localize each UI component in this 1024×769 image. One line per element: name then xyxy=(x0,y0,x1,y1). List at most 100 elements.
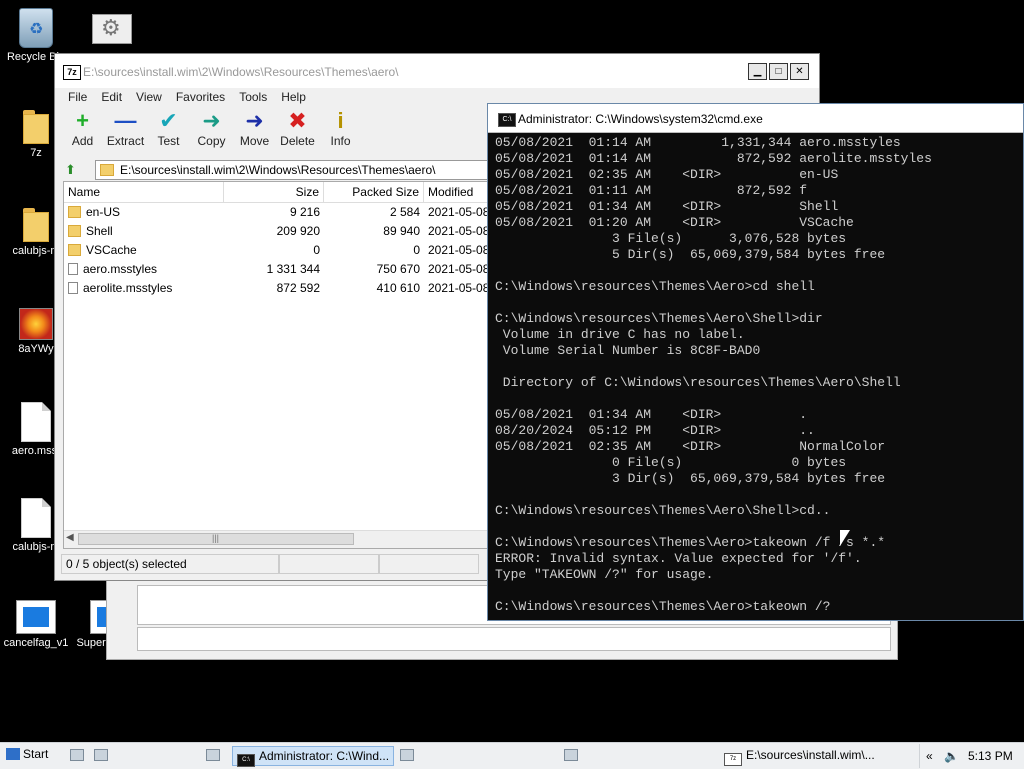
window-controls: ▁ □ ✕ xyxy=(748,63,809,80)
7zip-icon: 7z xyxy=(724,753,742,766)
start-button[interactable]: Start xyxy=(6,747,52,765)
move-button[interactable]: ➜ Move xyxy=(233,108,276,158)
folder-icon xyxy=(68,206,81,218)
file-icon xyxy=(68,263,78,275)
file-icon xyxy=(21,402,51,442)
show-desktop-icon[interactable] xyxy=(70,749,84,761)
menu-help[interactable]: Help xyxy=(274,88,313,108)
folder-icon xyxy=(68,225,81,237)
close-button[interactable]: ✕ xyxy=(790,63,809,80)
address-text: E:\sources\install.wim\2\Windows\Resourc… xyxy=(120,163,436,177)
7zip-title-bar[interactable]: 7z E:\sources\install.wim\2\Windows\Reso… xyxy=(55,54,819,88)
settings-icon xyxy=(92,14,132,44)
file-name: aerolite.msstyles xyxy=(83,281,173,295)
clock[interactable]: 5:13 PM xyxy=(968,749,1013,763)
desktop-icon-settings[interactable] xyxy=(76,14,148,44)
cmd-output-line: Type "TAKEOWN /?" for usage. xyxy=(495,567,714,582)
info-button[interactable]: i Info xyxy=(319,108,362,158)
delete-label: Delete xyxy=(280,134,315,148)
menu-file[interactable]: File xyxy=(61,88,94,108)
file-name: VSCache xyxy=(86,243,137,257)
cmd-output-line: C:\Windows\resources\Themes\Aero>cd shel… xyxy=(495,279,815,294)
taskbar-gear-icon[interactable] xyxy=(400,749,414,761)
cmd-window[interactable]: C:\ Administrator: C:\Windows\system32\c… xyxy=(487,103,1024,621)
folder-icon xyxy=(23,208,49,242)
taskbar-button-cmd[interactable]: C:\ Administrator: C:\Wind... xyxy=(232,746,394,767)
taskbar: Start C:\ Administrator: C:\Wind... 7z E:\… xyxy=(0,742,1024,769)
cmd-output-line xyxy=(495,583,1023,599)
column-name[interactable]: Name xyxy=(64,182,224,202)
cmd-output-line: 05/08/2021 02:35 AM <DIR> NormalColor xyxy=(495,439,886,454)
minimize-button[interactable]: ▁ xyxy=(748,63,767,80)
test-icon: ✔ xyxy=(159,108,178,133)
maximize-button[interactable]: □ xyxy=(769,63,788,80)
menu-tools[interactable]: Tools xyxy=(232,88,274,108)
folder-icon xyxy=(23,110,49,144)
tray-chevron-icon[interactable]: « xyxy=(926,749,933,763)
7zip-window-title: E:\sources\install.wim\2\Windows\Resourc… xyxy=(83,65,399,79)
move-label: Move xyxy=(239,134,270,148)
copy-button[interactable]: ➜ Copy xyxy=(190,108,233,158)
explorer-quicklaunch-icon[interactable] xyxy=(94,749,108,761)
cmd-output-line: Directory of C:\Windows\resources\Themes… xyxy=(495,375,901,390)
cmd-window-title: Administrator: C:\Windows\system32\cmd.e… xyxy=(518,112,763,126)
cmd-output-line: C:\Windows\resources\Themes\Aero>takeown… xyxy=(495,535,886,550)
scroll-grip-icon: ||| xyxy=(212,533,220,543)
test-button[interactable]: ✔ Test xyxy=(147,108,190,158)
cmd-output-line: C:\Windows\resources\Themes\Aero\Shell>d… xyxy=(495,311,823,326)
taskbar-button-7zip[interactable]: 7z E:\sources\install.wim\... xyxy=(720,746,892,766)
file-size: 1 331 344 xyxy=(266,262,320,276)
volume-icon[interactable]: 🔈 xyxy=(944,749,959,763)
delete-button[interactable]: ✖ Delete xyxy=(276,108,319,158)
add-label: Add xyxy=(71,134,94,148)
start-label: Start xyxy=(23,747,49,761)
delete-icon: ✖ xyxy=(288,108,307,133)
column-packed-size[interactable]: Packed Size xyxy=(324,182,424,202)
info-label: Info xyxy=(330,134,351,148)
file-size: 872 592 xyxy=(276,281,320,295)
status-cell-size xyxy=(279,554,379,574)
menu-edit[interactable]: Edit xyxy=(94,88,129,108)
up-folder-icon[interactable]: ⬆ xyxy=(65,162,81,178)
cmd-output-line: 05/08/2021 01:14 AM 872,592 aerolite.mss… xyxy=(495,151,932,166)
menu-view[interactable]: View xyxy=(129,88,169,108)
cmd-output-line: 05/08/2021 01:34 AM <DIR> . xyxy=(495,407,808,422)
copy-label: Copy xyxy=(197,134,226,148)
cmd-console-output[interactable]: 05/08/2021 01:14 AM 1,331,344 aero.mssty… xyxy=(495,135,1023,620)
cmd-output-line: ERROR: Invalid syntax. Value expected fo… xyxy=(495,551,862,566)
desktop-icon-cancelfag[interactable]: cancelfag_v1 xyxy=(0,600,72,649)
cmd-output-line xyxy=(495,487,1023,503)
folder-icon xyxy=(100,164,114,176)
add-button[interactable]: + Add xyxy=(61,108,104,158)
status-cell-modified xyxy=(379,554,479,574)
extract-label: Extract xyxy=(106,134,145,148)
menu-favorites[interactable]: Favorites xyxy=(169,88,232,108)
file-icon xyxy=(21,498,51,538)
file-size: 209 920 xyxy=(276,224,320,238)
file-name: aero.msstyles xyxy=(83,262,158,276)
scroll-left-arrow-icon[interactable]: ◀ xyxy=(66,532,74,543)
app-icon xyxy=(16,600,56,634)
extract-button[interactable]: — Extract xyxy=(104,108,147,158)
file-name: Shell xyxy=(86,224,113,238)
cmd-output-line: 05/08/2021 02:35 AM <DIR> en-US xyxy=(495,167,839,182)
folder-icon xyxy=(68,244,81,256)
cmd-title-bar[interactable]: C:\ Administrator: C:\Windows\system32\c… xyxy=(488,104,1023,133)
taskbar-gear-icon[interactable] xyxy=(564,749,578,761)
file-size: 0 xyxy=(313,243,320,257)
cmd-output-line: Volume Serial Number is 8C8F-BAD0 xyxy=(495,343,761,358)
recycle-bin-icon xyxy=(19,8,53,48)
cmd-output-line: Volume in drive C has no label. xyxy=(495,327,745,342)
cmd-output-line xyxy=(495,295,1023,311)
cmd-output-line: C:\Windows\resources\Themes\Aero\Shell>c… xyxy=(495,503,831,518)
file-packed-size: 2 584 xyxy=(389,205,420,219)
7zip-app-icon: 7z xyxy=(63,65,81,80)
background-window-field xyxy=(137,627,891,651)
cmd-output-line xyxy=(495,519,1023,535)
test-label: Test xyxy=(157,134,180,148)
gear-quicklaunch-icon[interactable] xyxy=(206,749,220,761)
selection-status: 0 / 5 object(s) selected xyxy=(61,554,279,574)
column-size[interactable]: Size xyxy=(224,182,324,202)
cmd-output-line: 3 Dir(s) 65,069,379,584 bytes free xyxy=(495,471,886,486)
file-packed-size: 410 610 xyxy=(376,281,420,295)
